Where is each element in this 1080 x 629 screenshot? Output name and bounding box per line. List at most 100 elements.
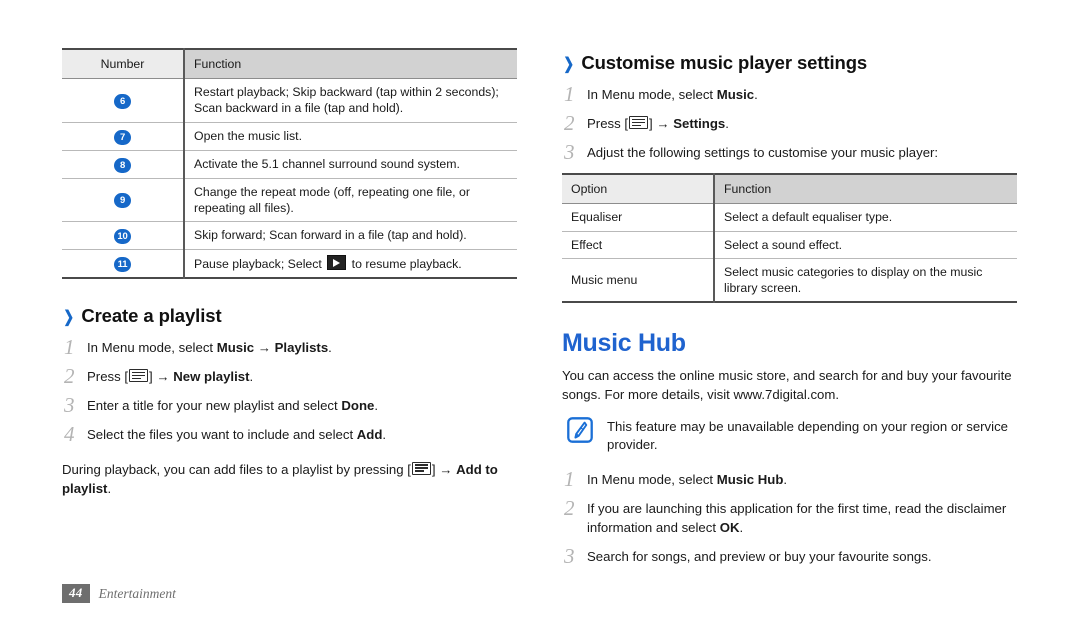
step-number: 4	[64, 422, 75, 447]
note-pen-icon	[567, 416, 597, 443]
chapter-label: Entertainment	[98, 585, 176, 601]
number-badge-9: 9	[114, 193, 131, 209]
step-text-post: .	[328, 340, 332, 356]
list-item: 1 In Menu mode, select Music Hub.	[562, 468, 1027, 490]
list-item: 1 In Menu mode, select Music.	[562, 83, 1027, 105]
step-number: 3	[64, 393, 75, 418]
step-number: 2	[64, 364, 75, 389]
step-text-bold-add: Add	[356, 427, 383, 443]
row-function-text-post: to resume playback.	[348, 257, 462, 272]
step-text: In Menu mode, select Music.	[587, 83, 1027, 105]
chevron-right-icon: ❯	[63, 309, 74, 327]
section-heading-text: Customise music player settings	[581, 52, 868, 73]
row-function-cell: Select music categories to display on th…	[724, 264, 983, 296]
music-hub-intro: You can access the online music store, a…	[562, 368, 1012, 403]
step-number: 2	[564, 111, 575, 136]
number-badge-7: 7	[114, 129, 131, 145]
step-text-post: .	[374, 398, 378, 414]
row-option-cell: Effect	[562, 231, 715, 259]
step-text: Search for songs, and preview or buy you…	[587, 548, 932, 564]
step-number: 1	[564, 466, 575, 491]
row-number-cell: 10	[62, 221, 185, 251]
step-text: Select the files you want to include and…	[87, 423, 527, 445]
chevron-right-icon: ❯	[563, 56, 574, 73]
left-column: Number Function 6 Restart playback; Skip…	[62, 48, 527, 498]
step-text: Press [] → New playlist.	[87, 365, 527, 387]
menu-key-icon	[629, 116, 649, 130]
row-number-cell: 6	[62, 78, 185, 123]
table-body: Equaliser Select a default equaliser typ…	[562, 203, 1017, 303]
step-text-bold-settings: Settings	[673, 116, 726, 132]
row-option-cell: Music menu	[562, 258, 715, 303]
note-paragraph-pre: During playback, you can add files to a …	[62, 461, 411, 477]
row-number-cell: 8	[62, 150, 185, 179]
step-number: 3	[564, 140, 575, 165]
step-text: Press [] → Settings.	[587, 112, 1027, 134]
step-text-pre: Press [	[587, 116, 629, 132]
row-function-cell: Change the repeat mode (off, repeating o…	[184, 178, 517, 223]
number-badge-11: 11	[114, 257, 131, 273]
section-heading-customise-settings: ❯ Customise music player settings	[562, 52, 1027, 74]
list-item: 1 In Menu mode, select Music → Playlists…	[62, 336, 527, 358]
row-function-cell: Activate the 5.1 channel surround sound …	[184, 150, 517, 179]
row-number-cell: 9	[62, 178, 185, 223]
step-text-bold-new-playlist: New playlist	[173, 369, 250, 385]
create-playlist-note-paragraph: During playback, you can add files to a …	[62, 460, 527, 498]
step-text-bold-playlists: Playlists	[274, 340, 329, 356]
page-number: 44	[62, 584, 90, 603]
step-text-bold-music-hub: Music Hub	[716, 471, 784, 487]
step-text-pre: In Menu mode, select	[87, 340, 217, 356]
row-function-cell: Skip forward; Scan forward in a file (ta…	[184, 221, 517, 251]
column-header-number: Number	[62, 49, 185, 80]
table-row: 6 Restart playback; Skip backward (tap w…	[62, 78, 517, 123]
step-number: 3	[564, 543, 575, 568]
menu-key-icon	[129, 369, 149, 383]
section-heading-create-playlist: ❯ Create a playlist	[62, 305, 527, 327]
table-body: 6 Restart playback; Skip backward (tap w…	[62, 78, 517, 279]
list-item: 2 Press [] → New playlist.	[62, 365, 527, 387]
step-text-post: .	[783, 471, 788, 487]
step-text-pre: If you are launching this application fo…	[587, 501, 1007, 535]
table-header-row: Number Function	[62, 49, 517, 80]
step-text-bold-done: Done	[341, 398, 375, 414]
number-function-table: Number Function 6 Restart playback; Skip…	[62, 48, 517, 280]
table-row: Music menu Select music categories to di…	[562, 258, 1017, 303]
step-text-post: .	[739, 519, 744, 535]
row-function-text-pre: Pause playback; Select	[194, 257, 326, 272]
step-text: In Menu mode, select Music → Playlists.	[87, 336, 527, 358]
number-badge-8: 8	[114, 157, 131, 173]
column-header-function: Function	[714, 174, 1017, 205]
table-row: Equaliser Select a default equaliser typ…	[562, 203, 1017, 232]
list-item: 4 Select the files you want to include a…	[62, 423, 527, 445]
row-number-cell: 7	[62, 122, 185, 151]
play-button-icon	[327, 255, 347, 271]
right-column: ❯ Customise music player settings 1 In Me…	[562, 48, 1027, 574]
step-text-post: .	[382, 427, 387, 443]
row-function-cell: Restart playback; Skip backward (tap wit…	[184, 78, 517, 123]
number-badge-10: 10	[114, 229, 131, 245]
step-text-bold-music: Music	[216, 340, 255, 356]
customise-settings-steps: 1 In Menu mode, select Music. 2 Press []…	[562, 83, 1027, 163]
list-item: 3 Enter a title for your new playlist an…	[62, 394, 527, 416]
step-text-arrow: →	[254, 340, 275, 356]
step-number: 1	[564, 82, 575, 106]
manual-page: Number Function 6 Restart playback; Skip…	[0, 0, 1080, 629]
list-item: 2 If you are launching this application …	[562, 497, 1027, 537]
table-row: Effect Select a sound effect.	[562, 231, 1017, 259]
step-text-post: .	[754, 87, 758, 102]
column-header-function: Function	[184, 49, 517, 80]
section-heading-text: Create a playlist	[81, 305, 222, 327]
step-text-pre: In Menu mode, select	[587, 471, 717, 487]
row-option-cell: Equaliser	[562, 203, 715, 232]
note-callout: This feature may be unavailable dependin…	[562, 416, 1027, 455]
note-text: This feature may be unavailable dependin…	[607, 418, 1008, 453]
option-function-table: Option Function Equaliser Select a defau…	[562, 173, 1017, 304]
menu-key-icon	[411, 461, 431, 475]
note-paragraph-arrow: ] →	[431, 461, 457, 477]
row-function-cell: Pause playback; Select to resume playbac…	[184, 250, 517, 279]
list-item: 2 Press [] → Settings.	[562, 112, 1027, 134]
row-function-cell: Select a default equaliser type.	[714, 203, 1017, 232]
table-row: 11 Pause playback; Select to resume play…	[62, 249, 517, 279]
list-item: 3 Adjust the following settings to custo…	[562, 141, 1027, 163]
note-paragraph-post: .	[107, 480, 112, 496]
